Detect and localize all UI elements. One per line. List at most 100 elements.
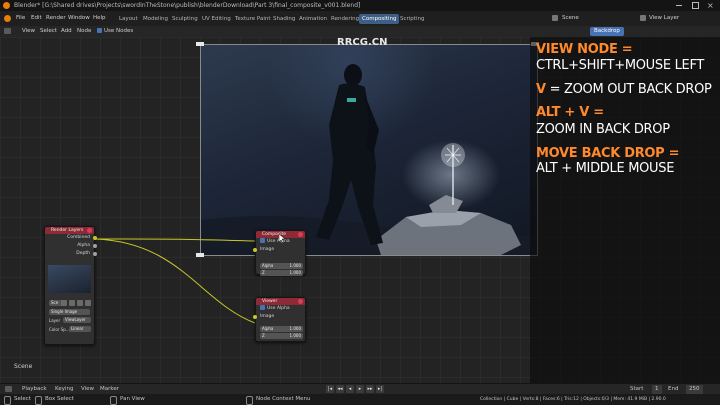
- tab-scripting[interactable]: Scripting: [397, 14, 427, 24]
- overlay-line-view-node: VIEW NODE =: [536, 42, 633, 57]
- status-bar: Select Box Select Pan View Node Context …: [0, 394, 720, 405]
- menu-keying[interactable]: Keying: [55, 385, 73, 394]
- mouse-middle-icon: [110, 396, 117, 405]
- menu-view[interactable]: View: [22, 27, 35, 36]
- socket-yellow-icon[interactable]: [93, 236, 97, 240]
- close-icon[interactable]: ×: [707, 0, 716, 11]
- menu-view[interactable]: View: [81, 385, 94, 394]
- render-layers-node-header[interactable]: Render Layers: [45, 227, 94, 234]
- alpha-field[interactable]: Alpha 1.000: [260, 326, 303, 332]
- mode-dropdown[interactable]: Single Image: [49, 309, 90, 315]
- start-frame-field[interactable]: 1: [652, 385, 662, 394]
- input-label: Image: [260, 247, 275, 252]
- output-alpha: Alpha: [45, 242, 97, 250]
- overlay-line-zoom-in: ZOOM IN BACK DROP: [536, 122, 670, 137]
- menu-help[interactable]: Help: [93, 14, 106, 23]
- mouse-left-icon: [4, 396, 11, 405]
- tab-texture-paint[interactable]: Texture Paint: [232, 14, 274, 24]
- node-title: Viewer: [262, 299, 278, 304]
- view-layer-icon[interactable]: [640, 15, 646, 21]
- menu-edit[interactable]: Edit: [31, 14, 42, 23]
- copy-icon[interactable]: [69, 300, 75, 306]
- mouse-right-icon: [35, 396, 42, 405]
- prev-key-icon[interactable]: ◂◂: [336, 385, 344, 393]
- blender-menu-icon[interactable]: [4, 15, 11, 22]
- overlay-line-move-backdrop: MOVE BACK DROP =: [536, 146, 680, 161]
- use-alpha-row[interactable]: Use Alpha: [256, 305, 305, 313]
- z-field[interactable]: Z 1.000: [260, 270, 303, 276]
- window-title: Blender* [G:\Shared drives\Projects\swor…: [14, 2, 361, 9]
- tab-rendering[interactable]: Rendering: [328, 14, 362, 24]
- end-frame-label: End: [668, 386, 679, 392]
- render-layers-node[interactable]: Render Layers Combined Alpha Depth Sce S…: [44, 226, 97, 345]
- status-pan-view: Pan View: [120, 396, 145, 402]
- viewer-node[interactable]: Viewer Use Alpha Image Alpha 1.000 Z 1.0…: [253, 297, 306, 342]
- checkbox-checked-icon[interactable]: [260, 238, 265, 243]
- image-icon[interactable]: [61, 300, 67, 306]
- view-layer-selector[interactable]: View Layer: [649, 14, 679, 23]
- alpha-value: 1.000: [289, 263, 301, 268]
- tab-sculpting[interactable]: Sculpting: [169, 14, 201, 24]
- z-value: 1.000: [289, 270, 301, 275]
- menu-node[interactable]: Node: [77, 27, 91, 36]
- menu-window[interactable]: Window: [68, 14, 90, 23]
- tab-animation[interactable]: Animation: [296, 14, 330, 24]
- use-nodes-checkbox[interactable]: Use Nodes: [97, 27, 133, 36]
- window-titlebar: Blender* [G:\Shared drives\Projects\swor…: [0, 0, 720, 11]
- overlay-key-v: V: [536, 82, 546, 97]
- socket-gray-icon[interactable]: [93, 244, 97, 248]
- layer-dropdown[interactable]: ViewLayer: [63, 317, 91, 323]
- menu-playback[interactable]: Playback: [22, 385, 47, 394]
- menu-add[interactable]: Add: [61, 27, 72, 36]
- next-key-icon[interactable]: ▸▸: [366, 385, 374, 393]
- node-title: Render Layers: [51, 228, 84, 233]
- alpha-field[interactable]: Alpha 1.000: [260, 263, 303, 269]
- editor-type-icon[interactable]: [4, 28, 11, 34]
- mouse-cursor-icon: [279, 234, 286, 244]
- close-icon[interactable]: [85, 300, 91, 306]
- z-field[interactable]: Z 1.000: [260, 333, 303, 339]
- backdrop-toggle[interactable]: Backdrop: [590, 27, 624, 36]
- alpha-value: 1.000: [289, 326, 301, 331]
- end-frame-field[interactable]: 250: [686, 385, 703, 394]
- tab-modeling[interactable]: Modeling: [140, 14, 171, 24]
- maximize-icon[interactable]: [692, 2, 699, 9]
- folder-icon[interactable]: [77, 300, 83, 306]
- socket-yellow-icon[interactable]: [253, 315, 257, 319]
- tab-uv-editing[interactable]: UV Editing: [199, 14, 234, 24]
- play-icon[interactable]: ▸: [356, 385, 364, 393]
- link-combined-to-composite: [94, 238, 256, 242]
- checkbox-checked-icon: [97, 28, 102, 33]
- viewer-node-header[interactable]: Viewer: [256, 298, 305, 305]
- timeline-editor-icon[interactable]: [5, 386, 12, 392]
- minimize-icon[interactable]: [676, 5, 682, 6]
- menu-file[interactable]: File: [16, 14, 25, 23]
- node-preview-icon[interactable]: [298, 299, 303, 304]
- output-label: Depth: [76, 251, 90, 256]
- tab-shading[interactable]: Shading: [270, 14, 298, 24]
- play-reverse-icon[interactable]: ◂: [346, 385, 354, 393]
- status-scene-info: Collection | Cube | Verts:8 | Faces:6 | …: [480, 397, 666, 402]
- menu-marker[interactable]: Marker: [100, 385, 119, 394]
- status-box-select: Box Select: [45, 396, 74, 402]
- use-nodes-label: Use Nodes: [104, 28, 134, 34]
- color-space-dropdown[interactable]: Linear: [69, 326, 91, 332]
- editor-scene-label: Scene: [14, 363, 33, 370]
- scene-selector-icon[interactable]: [552, 15, 558, 21]
- overlay-line-view-node-keys: CTRL+SHIFT+MOUSE LEFT: [536, 58, 705, 73]
- jump-end-icon[interactable]: ▸|: [376, 385, 384, 393]
- input-image: Image: [253, 313, 305, 321]
- scene-selector[interactable]: Scene: [562, 14, 579, 23]
- menu-select[interactable]: Select: [40, 27, 57, 36]
- node-preview-icon[interactable]: [298, 232, 303, 237]
- jump-start-icon[interactable]: |◂: [326, 385, 334, 393]
- layer-label: Layer: [49, 318, 61, 323]
- node-preview-icon[interactable]: [87, 228, 92, 233]
- checkbox-checked-icon[interactable]: [260, 305, 265, 310]
- color-space-label: Color Sp...: [49, 327, 70, 332]
- tab-layout[interactable]: Layout: [116, 14, 141, 24]
- tab-compositing[interactable]: Compositing: [359, 14, 400, 24]
- socket-gray-icon[interactable]: [93, 252, 97, 256]
- menu-render[interactable]: Render: [46, 14, 66, 23]
- socket-yellow-icon[interactable]: [253, 248, 257, 252]
